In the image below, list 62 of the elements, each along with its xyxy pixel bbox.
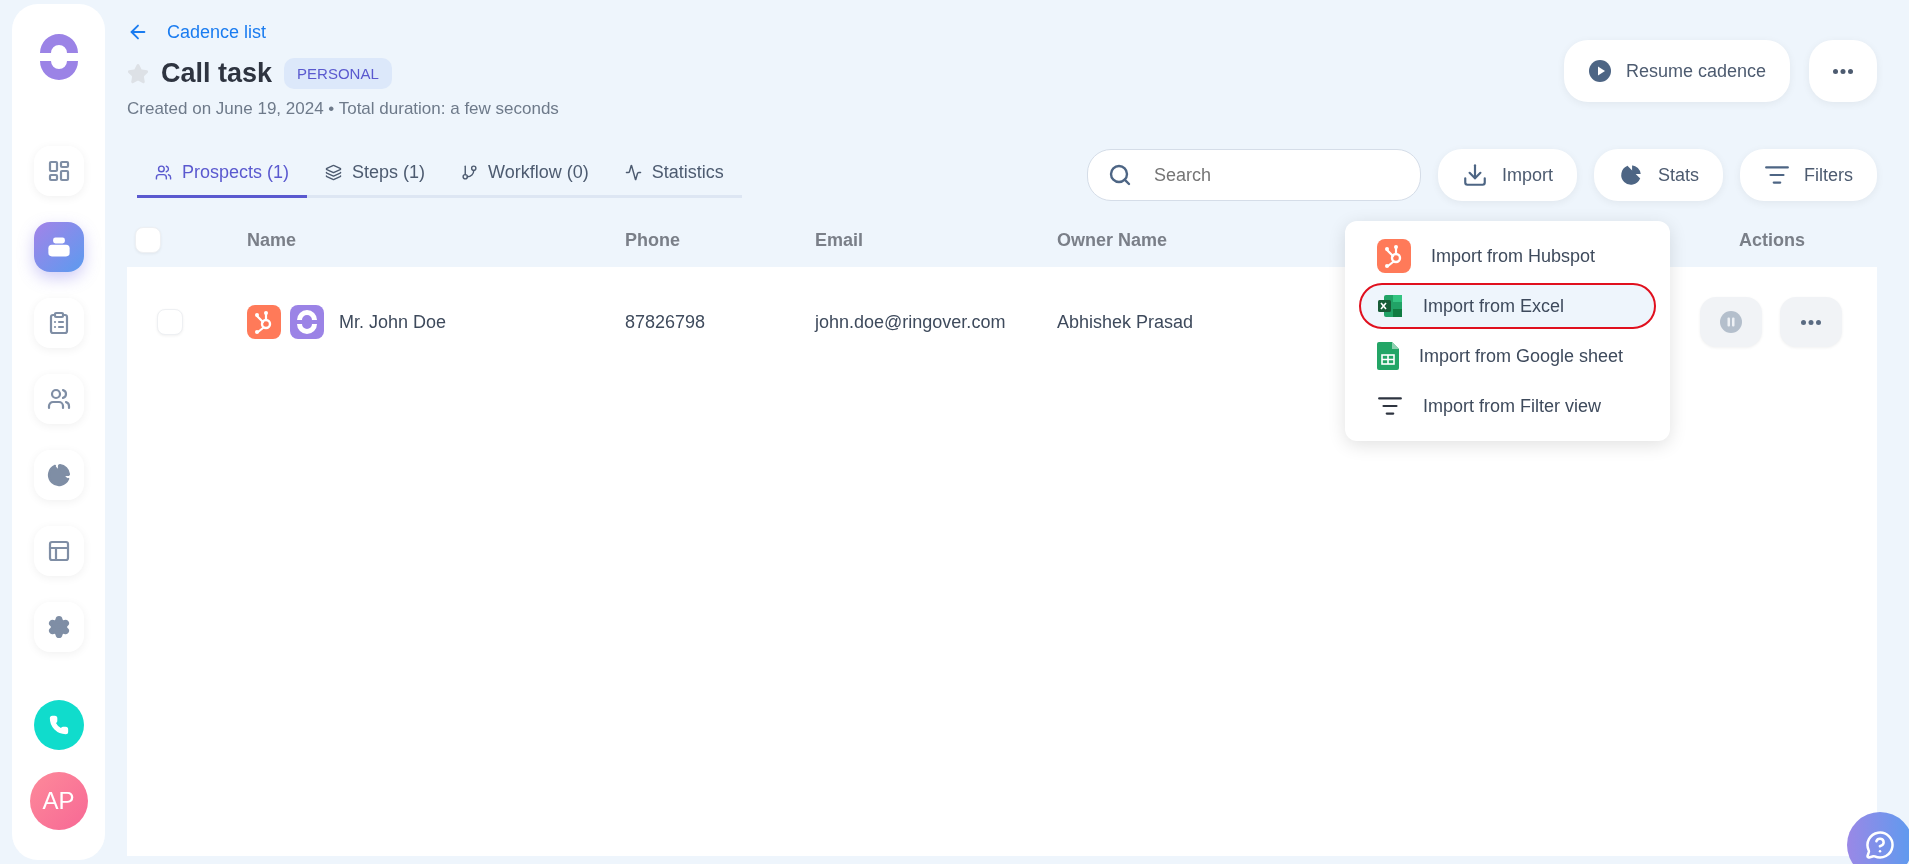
more-icon [1833,68,1853,74]
hubspot-icon [247,305,281,339]
branch-icon [461,164,479,181]
nav-item[interactable] [33,146,84,196]
search-icon [1107,163,1132,187]
download-icon [1461,162,1488,188]
nav-item[interactable] [33,222,84,272]
column-header: Phone [625,229,681,251]
resume-button[interactable]: Resume cadence [1563,40,1790,102]
stats-button[interactable]: Stats [1593,149,1723,201]
table-cell-text: Abhishek Prasad [1057,311,1195,333]
page-title: Call task [161,58,273,89]
nav-item[interactable] [33,450,84,500]
tab[interactable]: Workflow (0) [443,152,607,198]
tab[interactable]: Steps (1) [307,152,444,198]
app-logo-icon [290,305,324,339]
search-field[interactable]: Search [1086,149,1421,201]
cadence-meta: Created on June 19, 2024 • Total duration: a few seconds [127,99,559,119]
back-link-text: Cadence list [167,21,267,43]
table-cell-text: john.doe@ringover.com [815,311,1007,333]
pause-icon [1720,311,1742,333]
table-cell-text: 87826798 [625,311,707,333]
team-icon [155,164,172,181]
nav-item[interactable] [33,602,84,652]
type-badge: PERSONAL [284,58,392,89]
spreadsheet-icon [1376,293,1403,319]
sheet-icon [1376,342,1399,370]
pie-chart-icon [46,463,71,487]
search-input[interactable]: Search [1151,163,1400,187]
pause-button[interactable] [1700,297,1762,347]
more-icon [1801,319,1821,325]
hubspot-icon [1376,239,1411,273]
nav-item[interactable] [33,298,84,348]
filters-button[interactable]: Filters [1740,149,1877,201]
help-button[interactable] [1847,812,1909,864]
tab[interactable]: Prospects (1) [137,152,308,198]
back-link[interactable]: Cadence list [127,20,559,44]
column-header: Actions [1739,229,1805,251]
layers-icon [325,164,343,181]
tab[interactable]: Statistics [606,152,742,198]
menu-item[interactable]: Import from Google sheet [1358,333,1656,379]
phone-button[interactable] [33,700,84,750]
phone-icon [48,715,69,735]
settings-icon [46,615,71,639]
column-header: Email [815,229,865,251]
help-icon [1865,830,1895,860]
menu-item[interactable]: Import from Excel [1358,283,1656,329]
column-header: Owner Name [1057,229,1169,251]
trend-icon [624,164,642,181]
menu-item[interactable]: Import from Filter view [1358,383,1656,429]
row-more-button[interactable] [1780,297,1842,347]
dashboard-icon [46,159,71,183]
play-icon [1587,59,1612,83]
select-all-checkbox[interactable] [135,227,161,253]
nav-item[interactable] [33,374,84,424]
import-button[interactable]: Import [1437,149,1577,201]
nav-item[interactable] [33,526,84,576]
table-cell: Mr. John Doe [339,311,447,333]
team-icon [46,387,71,411]
menu-item[interactable]: Import from Hubspot [1358,233,1656,279]
layout-icon [46,539,71,563]
column-header: Name [247,229,298,251]
